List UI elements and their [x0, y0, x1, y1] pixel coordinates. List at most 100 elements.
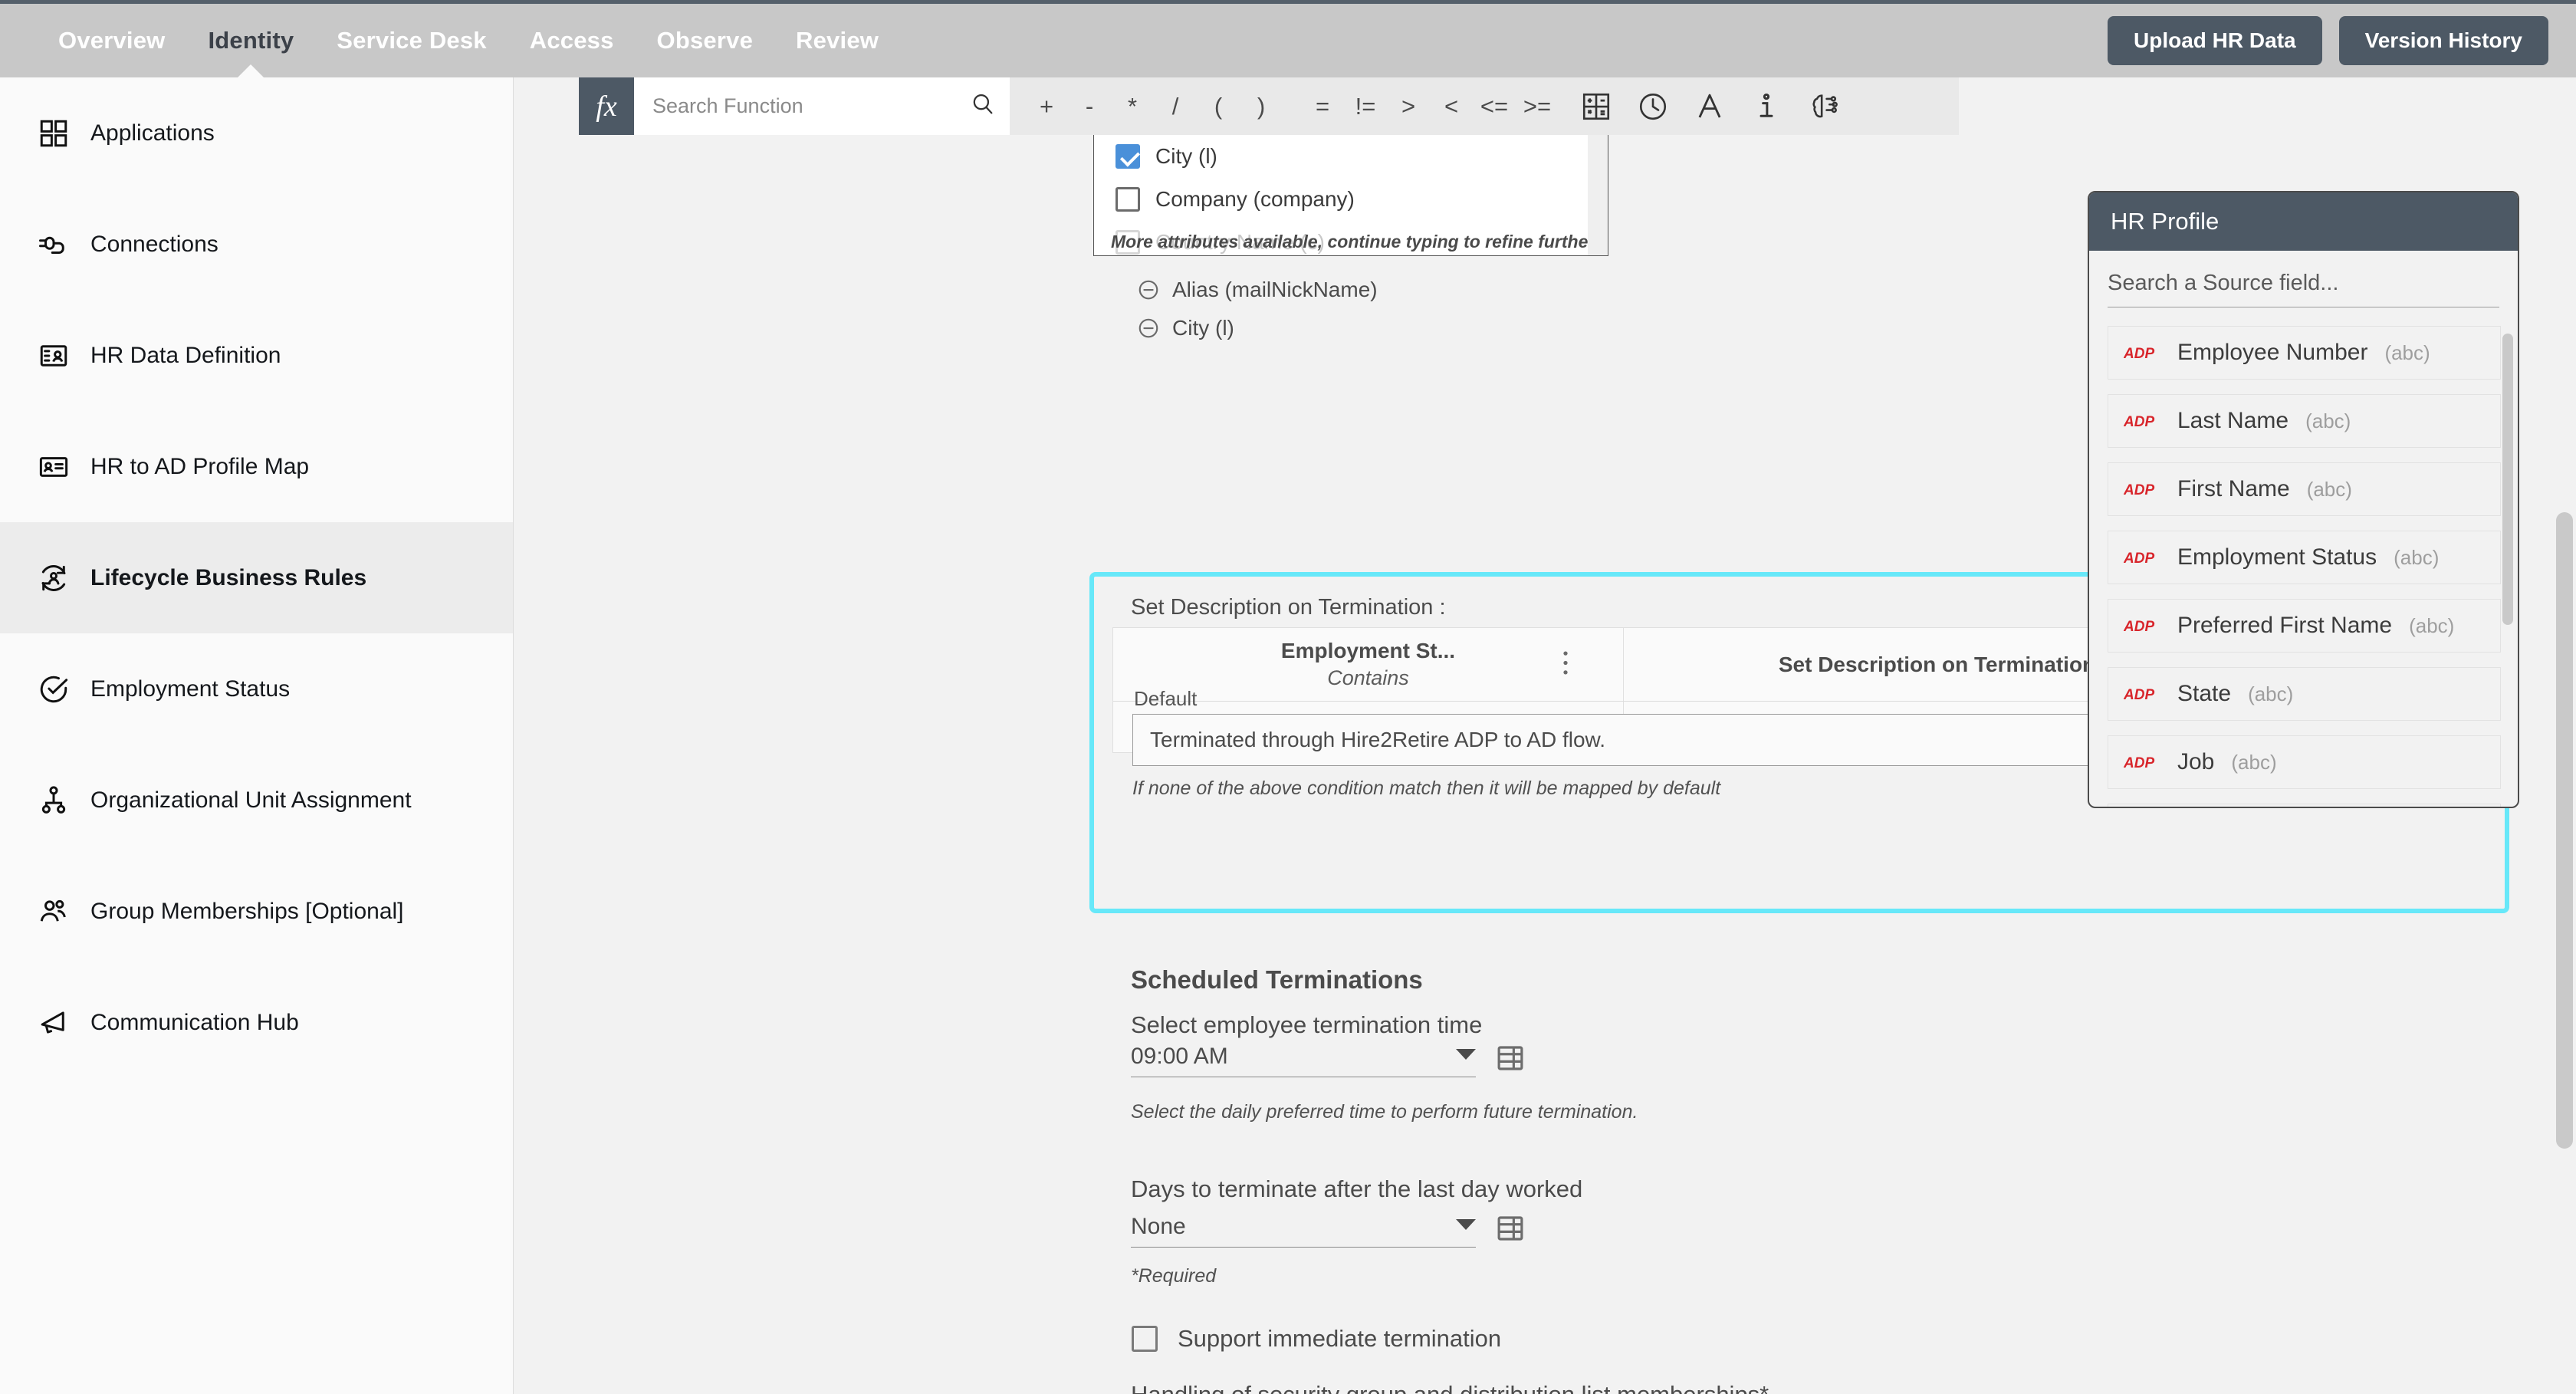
remove-circle-icon[interactable] — [1137, 317, 1160, 340]
attribute-dropdown-scrollbar[interactable] — [1588, 135, 1608, 255]
operator-minus[interactable]: - — [1068, 93, 1111, 120]
termination-time-select[interactable]: 09:00 AM — [1131, 1044, 1476, 1077]
default-value-input[interactable]: Terminated through Hire2Retire ADP to AD… — [1132, 714, 2221, 766]
sidebar-item-applications[interactable]: Applications — [0, 77, 513, 189]
hr-field-type: (abc) — [2248, 682, 2294, 705]
hr-field-type: (abc) — [2409, 613, 2455, 637]
operator-plus[interactable]: + — [1025, 93, 1068, 120]
function-search-box[interactable] — [634, 77, 1010, 135]
attribute-option-company[interactable]: Company (company) — [1094, 178, 1608, 221]
checkbox-icon[interactable] — [1116, 187, 1140, 212]
calculator-icon[interactable] — [1579, 89, 1614, 124]
hr-profile-panel: HR Profile Search a Source field... ADP … — [2088, 191, 2519, 808]
megaphone-icon — [37, 1006, 71, 1040]
nav-tab-observe[interactable]: Observe — [636, 4, 774, 77]
selected-attributes: Alias (mailNickName) City (l) — [1137, 271, 1378, 347]
attribute-dropdown[interactable]: City (l) Company (company) Country Name … — [1093, 135, 1608, 256]
hr-field-preferred-first-name[interactable]: ADP Preferred First Name (abc) — [2108, 599, 2501, 653]
operator-open-paren[interactable]: ( — [1197, 93, 1240, 120]
svg-text:ADP: ADP — [2124, 414, 2154, 430]
sidebar-item-label: Connections — [90, 231, 219, 257]
hr-field-name: State — [2177, 681, 2232, 706]
sidebar-item-organizational-unit-assignment[interactable]: Organizational Unit Assignment — [0, 745, 513, 856]
sidebar-item-communication-hub[interactable]: Communication Hub — [0, 967, 513, 1078]
selected-attribute-city[interactable]: City (l) — [1137, 309, 1378, 347]
hr-field-name: Job — [2177, 749, 2215, 774]
nav-tab-access[interactable]: Access — [508, 4, 636, 77]
remove-circle-icon[interactable] — [1137, 278, 1160, 301]
page-scrollbar[interactable] — [2556, 512, 2573, 1149]
operator-not-equals[interactable]: != — [1344, 93, 1387, 120]
sidebar-item-hr-to-ad-profile-map[interactable]: HR to AD Profile Map — [0, 411, 513, 522]
people-icon — [37, 895, 71, 929]
adp-logo-icon: ADP — [2124, 615, 2160, 636]
attribute-option-city[interactable]: City (l) — [1094, 135, 1608, 178]
sidebar-item-hr-data-definition[interactable]: HR Data Definition — [0, 300, 513, 411]
adp-logo-icon: ADP — [2124, 547, 2160, 568]
operator-divide[interactable]: / — [1154, 93, 1197, 120]
termination-time-hint: Select the daily preferred time to perfo… — [1131, 1101, 1638, 1123]
attribute-option-label: Company (company) — [1155, 187, 1355, 211]
svg-text:ADP: ADP — [2124, 755, 2154, 771]
nav-tab-overview[interactable]: Overview — [37, 4, 186, 77]
id-card-icon — [37, 339, 71, 373]
scheduled-terminations-heading: Scheduled Terminations — [1131, 965, 1423, 994]
default-helper-text: If none of the above condition match the… — [1132, 778, 1721, 799]
sidebar-item-label: Group Memberships [Optional] — [90, 898, 404, 924]
sidebar-item-label: HR to AD Profile Map — [90, 453, 310, 479]
hr-field-partial[interactable]: ADP — [2108, 804, 2501, 807]
lifecycle-icon — [37, 561, 71, 595]
upload-hr-data-button[interactable]: Upload HR Data — [2108, 16, 2322, 65]
support-immediate-termination-label: Support immediate termination — [1178, 1325, 1502, 1352]
termination-time-table-icon[interactable] — [1494, 1042, 1526, 1074]
hr-profile-panel-inner: HR Profile Search a Source field... ADP … — [2088, 191, 2519, 808]
hr-field-type: (abc) — [2394, 545, 2440, 569]
days-to-terminate-table-icon[interactable] — [1494, 1212, 1526, 1244]
operator-greater-than[interactable]: > — [1387, 93, 1430, 120]
checkbox-checked-icon[interactable] — [1116, 144, 1140, 169]
nav-tab-review[interactable]: Review — [774, 4, 900, 77]
search-function-input[interactable] — [652, 94, 962, 118]
sidebar-item-label: Lifecycle Business Rules — [90, 564, 367, 590]
operator-less-or-equal[interactable]: <= — [1473, 93, 1516, 120]
days-to-terminate-hint: *Required — [1131, 1265, 1217, 1287]
checkbox-icon[interactable] — [1132, 1326, 1158, 1352]
hr-profile-search-input[interactable]: Search a Source field... — [2108, 271, 2499, 307]
hr-field-type: (abc) — [2384, 340, 2430, 364]
ai-brain-icon[interactable] — [1806, 89, 1841, 124]
table-header-row: Employment St... Contains Set Descriptio… — [1113, 628, 2250, 702]
clock-icon[interactable] — [1635, 89, 1671, 124]
hr-field-last-name[interactable]: ADP Last Name (abc) — [2108, 394, 2501, 448]
hr-field-job[interactable]: ADP Job (abc) — [2108, 735, 2501, 789]
hr-field-first-name[interactable]: ADP First Name (abc) — [2108, 462, 2501, 516]
hr-field-name: Employment Status — [2177, 544, 2377, 570]
operator-close-paren[interactable]: ) — [1240, 93, 1283, 120]
sidebar-item-group-memberships[interactable]: Group Memberships [Optional] — [0, 856, 513, 967]
text-function-icon[interactable] — [1692, 89, 1727, 124]
sidebar-item-employment-status[interactable]: Employment Status — [0, 633, 513, 745]
version-history-button[interactable]: Version History — [2338, 16, 2548, 65]
nav-tab-identity[interactable]: Identity — [186, 4, 315, 77]
hr-profile-scrollbar[interactable] — [2502, 334, 2513, 625]
operator-less-than[interactable]: < — [1430, 93, 1473, 120]
rule-card-title: Set Description on Termination : — [1131, 595, 1446, 620]
nav-tab-service-desk[interactable]: Service Desk — [315, 4, 508, 77]
sidebar-item-lifecycle-business-rules[interactable]: Lifecycle Business Rules — [0, 522, 513, 633]
days-to-terminate-label: Days to terminate after the last day wor… — [1131, 1175, 1583, 1202]
hr-field-employee-number[interactable]: ADP Employee Number (abc) — [2108, 326, 2501, 380]
fx-button[interactable]: fx — [579, 77, 634, 135]
days-to-terminate-select[interactable]: None — [1131, 1214, 1476, 1248]
selected-attribute-alias[interactable]: Alias (mailNickName) — [1137, 271, 1378, 309]
hr-field-employment-status[interactable]: ADP Employment Status (abc) — [2108, 531, 2501, 584]
selected-attribute-label: Alias (mailNickName) — [1172, 278, 1378, 301]
operator-multiply[interactable]: * — [1111, 93, 1154, 120]
hr-field-state[interactable]: ADP State (abc) — [2108, 667, 2501, 721]
chevron-down-icon — [1456, 1219, 1476, 1230]
info-icon[interactable] — [1749, 89, 1784, 124]
hr-profile-title: HR Profile — [2089, 192, 2518, 251]
sidebar-item-connections[interactable]: Connections — [0, 189, 513, 300]
kebab-menu-icon[interactable] — [1562, 649, 1569, 679]
operator-greater-or-equal[interactable]: >= — [1516, 93, 1559, 120]
support-immediate-termination-checkbox[interactable]: Support immediate termination — [1132, 1325, 1501, 1353]
operator-equals[interactable]: = — [1301, 93, 1344, 120]
